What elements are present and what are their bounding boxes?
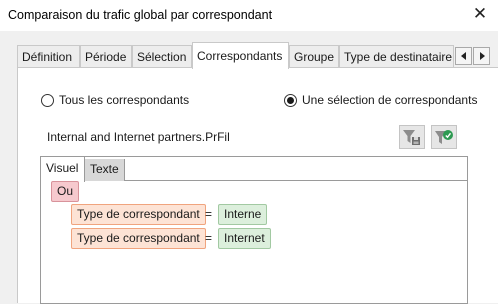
radio-label: Tous les correspondants bbox=[59, 93, 190, 107]
filter-load-icon bbox=[435, 130, 453, 144]
tab-groupe[interactable]: Groupe bbox=[289, 45, 339, 68]
filter-save-icon bbox=[403, 130, 420, 145]
tab-strip: Définition Période Sélection Corresponda… bbox=[17, 42, 490, 69]
tab-definition[interactable]: Définition bbox=[17, 45, 80, 68]
correspondants-panel: Tous les correspondants Une sélection de… bbox=[17, 67, 498, 304]
radio-all-correspondents[interactable]: Tous les correspondants bbox=[41, 92, 189, 108]
condition-value-chip[interactable]: Interne bbox=[218, 204, 268, 225]
triangle-left-icon bbox=[460, 52, 466, 60]
tab-selection[interactable]: Sélection bbox=[132, 45, 192, 68]
tab-periode[interactable]: Période bbox=[80, 45, 132, 68]
radio-button-checked[interactable] bbox=[284, 93, 297, 107]
tab-type-destinataire[interactable]: Type de destinataire bbox=[339, 45, 454, 68]
radio-button[interactable] bbox=[41, 93, 54, 107]
tab-correspondants[interactable]: Correspondants bbox=[192, 42, 289, 69]
editor-tab-strip: Visuel Texte bbox=[41, 157, 467, 182]
equals-sign: = bbox=[205, 207, 213, 221]
tab-scroll-left-button[interactable] bbox=[455, 47, 472, 65]
title-bar: Comparaison du trafic global par corresp… bbox=[0, 0, 498, 31]
tab-texte[interactable]: Texte bbox=[85, 159, 125, 181]
condition-field-chip[interactable]: Type de correspondant bbox=[71, 228, 206, 249]
load-filter-button[interactable] bbox=[431, 125, 457, 149]
equals-sign: = bbox=[205, 231, 213, 245]
tab-visuel[interactable]: Visuel bbox=[41, 157, 85, 182]
window-title: Comparaison du trafic global par corresp… bbox=[8, 8, 273, 22]
save-filter-button[interactable] bbox=[399, 125, 425, 149]
radio-selection-correspondents[interactable]: Une sélection de correspondants bbox=[284, 92, 477, 108]
radio-label: Une sélection de correspondants bbox=[302, 93, 478, 107]
close-icon[interactable]: ✕ bbox=[468, 2, 492, 26]
tab-scroll-right-button[interactable] bbox=[473, 47, 490, 65]
filter-editor: Visuel Texte Ou Type de correspondant = … bbox=[40, 156, 468, 304]
condition-field-chip[interactable]: Type de correspondant bbox=[71, 204, 206, 225]
triangle-right-icon bbox=[479, 52, 485, 60]
or-operator-chip[interactable]: Ou bbox=[51, 181, 80, 202]
condition-value-chip[interactable]: Internet bbox=[218, 228, 271, 249]
filter-file-name: Internal and Internet partners.PrFil bbox=[47, 130, 230, 144]
